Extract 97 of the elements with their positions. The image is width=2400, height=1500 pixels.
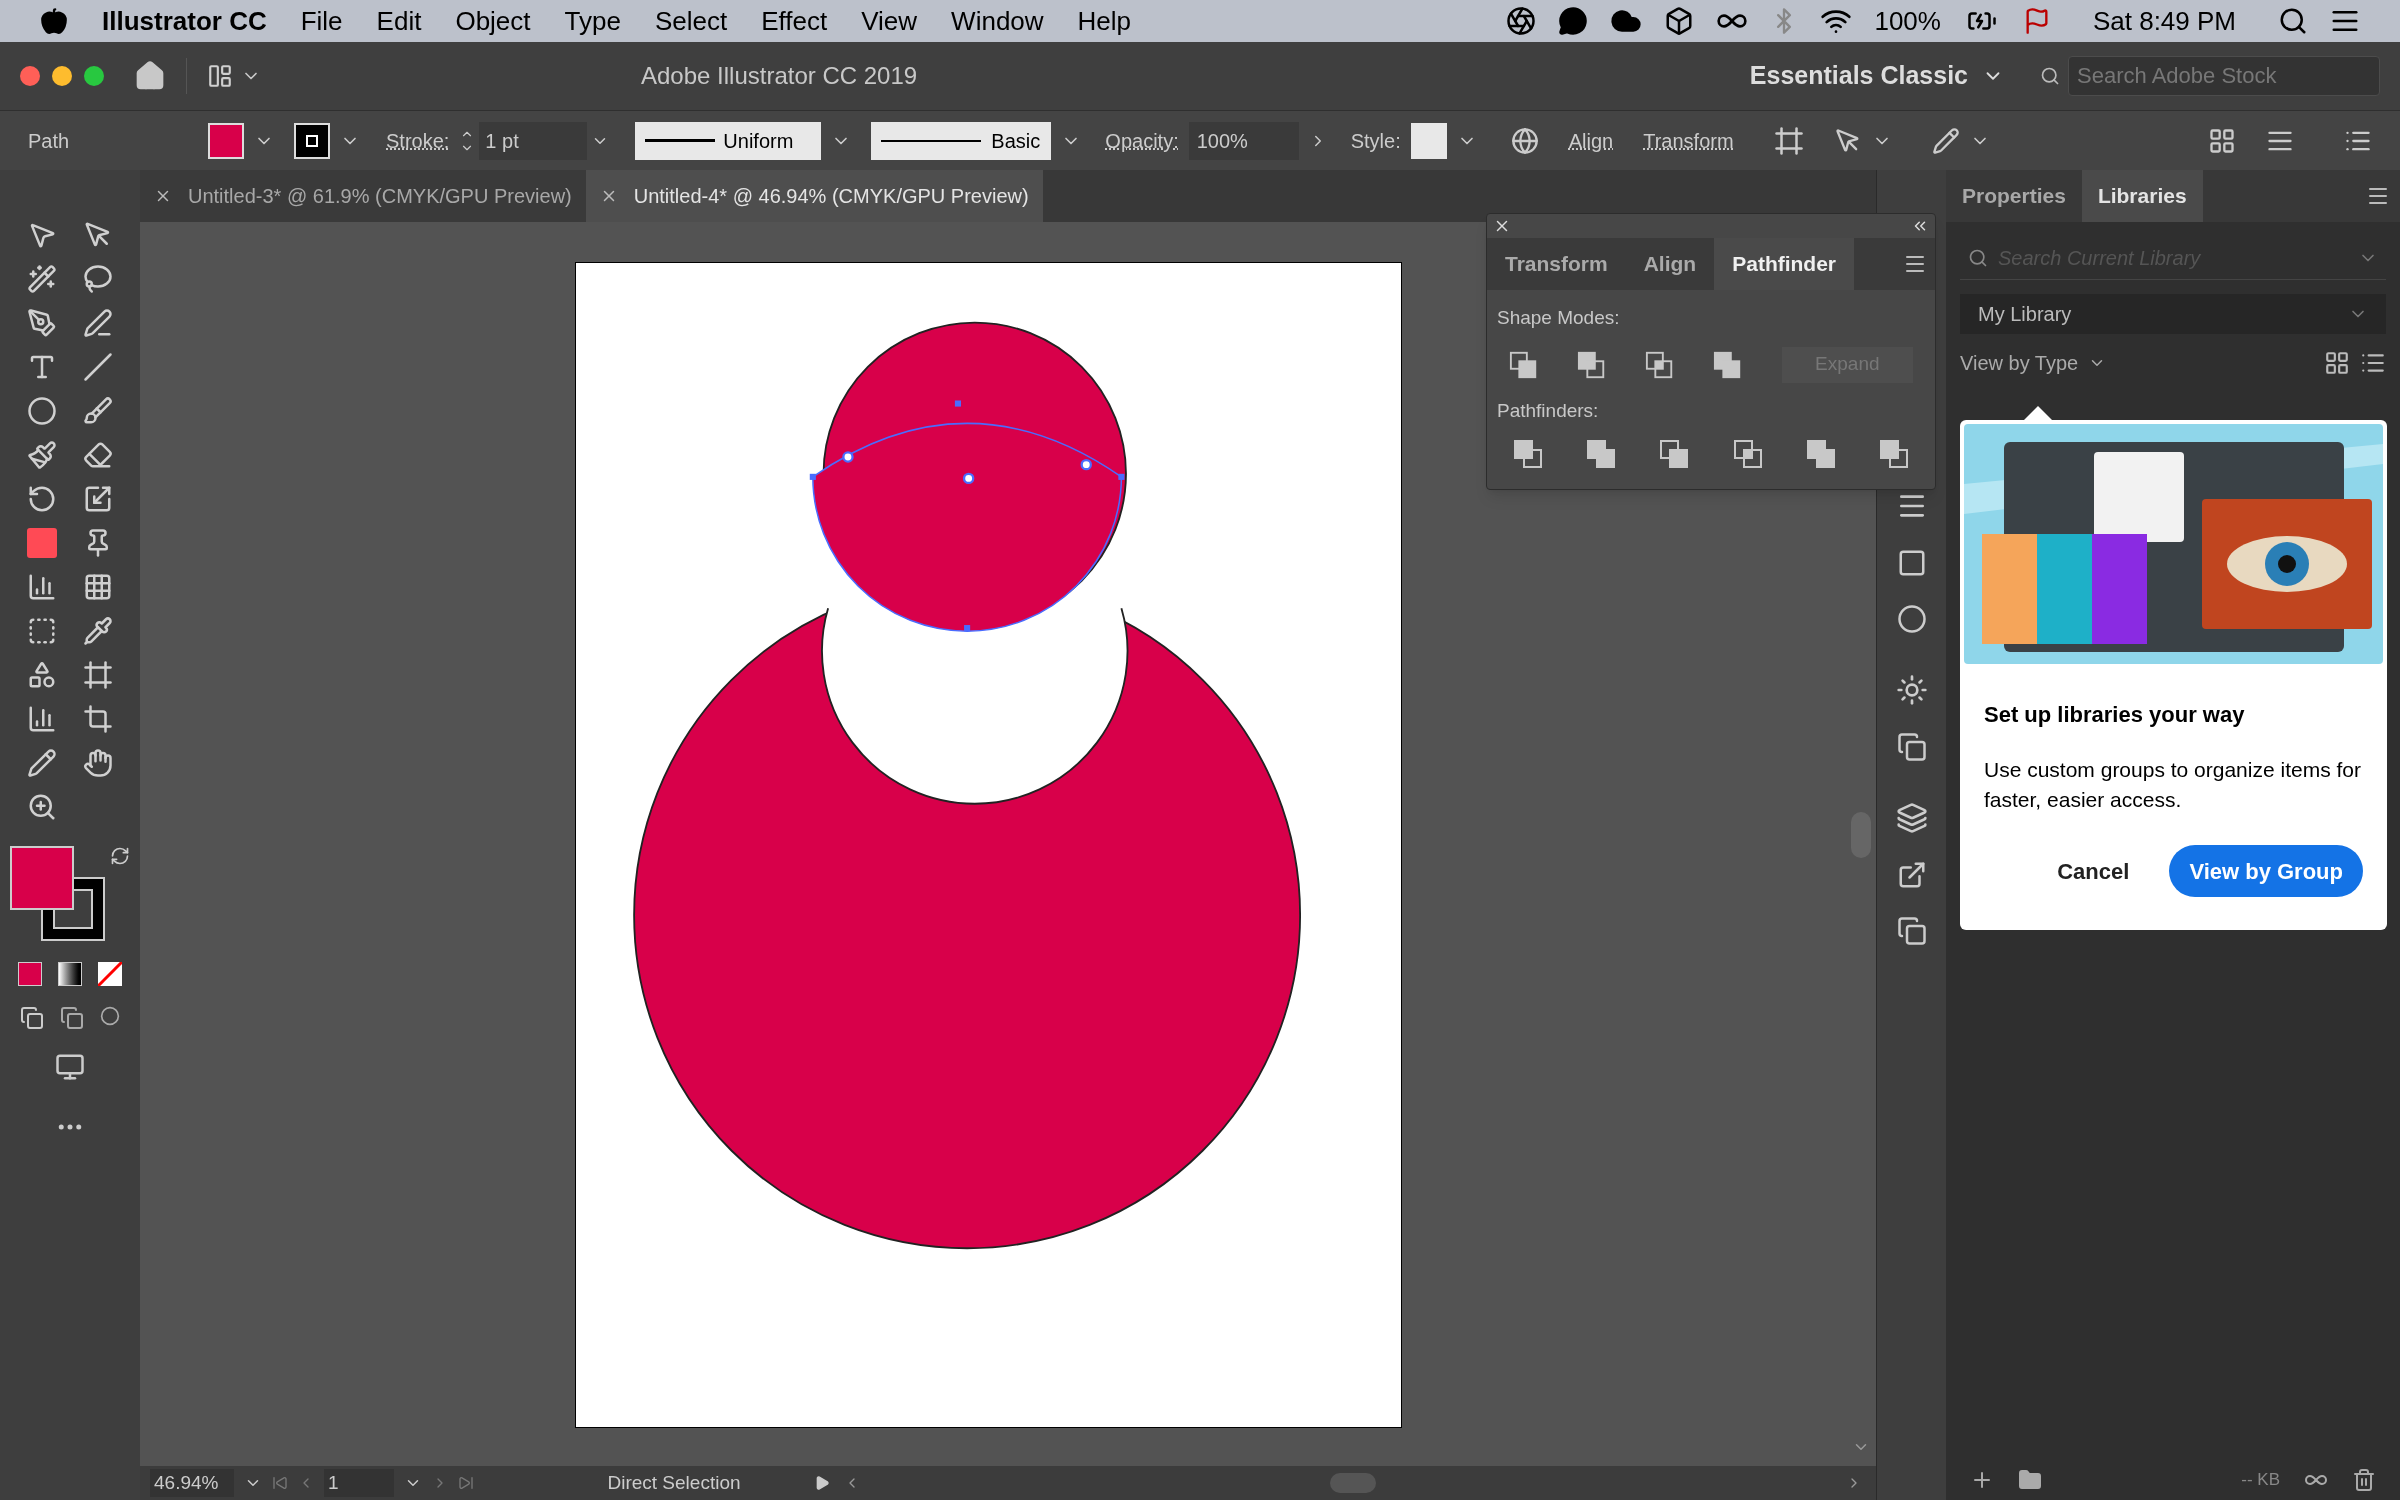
panel-link[interactable]: Transform [1643, 125, 1734, 156]
panel-tab[interactable]: Libraries [2081, 170, 2203, 222]
popup-heading: Set up libraries your way [1984, 701, 2246, 729]
brush-icon[interactable] [83, 396, 113, 426]
scroll-thumb[interactable] [1330, 1473, 1376, 1493]
curvature-tool-icon[interactable] [83, 308, 113, 338]
folder-icon[interactable] [2018, 1468, 2042, 1492]
view-by-group-button[interactable]: View by Group [2169, 845, 2363, 897]
pathfinders-label: Pathfinders: [1497, 398, 1600, 423]
panel-tab[interactable]: Align [1625, 238, 1715, 290]
eraser-icon[interactable] [83, 440, 113, 470]
pathfinder-icon[interactable] [1513, 439, 1543, 469]
zoom-button[interactable] [84, 66, 104, 86]
swap-icon[interactable] [110, 846, 130, 866]
clock: Sat 8:49 PM [2092, 4, 2236, 38]
eyedropper-icon[interactable] [83, 616, 113, 646]
layers-icon[interactable] [1895, 802, 1928, 834]
minimize-button[interactable] [52, 66, 72, 86]
menu-item[interactable]: Edit [376, 1, 422, 41]
opacity-field[interactable]: 100% [1188, 121, 1299, 160]
storage-size: -- KB [2241, 1469, 2280, 1492]
pathfinder-icon[interactable] [1509, 349, 1538, 380]
menu-item[interactable]: Help [1077, 1, 1132, 41]
menu-item[interactable]: Object [455, 1, 531, 41]
menu-item[interactable]: Select [654, 1, 728, 41]
window-title: Adobe Illustrator CC 2019 [641, 61, 918, 91]
mesh-tool-icon[interactable] [83, 572, 113, 602]
stroke-swatch[interactable] [294, 122, 330, 159]
color-button[interactable] [18, 962, 42, 986]
search-icon[interactable] [2040, 65, 2061, 87]
gradient-button[interactable] [58, 962, 82, 986]
zoom-tool-icon[interactable] [27, 792, 57, 822]
lasso-icon[interactable] [83, 264, 113, 294]
pathfinder-icon[interactable] [1713, 349, 1742, 380]
hand-tool-icon[interactable] [83, 748, 113, 778]
delete-icon[interactable] [2352, 1468, 2376, 1492]
opacity-label[interactable]: Opacity: [1105, 125, 1179, 156]
menu-item[interactable]: View [861, 1, 918, 41]
scale-tool-icon[interactable] [83, 484, 113, 514]
zoom-level[interactable]: 46.94% [150, 1468, 234, 1498]
style-swatch[interactable] [1410, 122, 1447, 159]
ellipse-tool-icon[interactable] [27, 396, 57, 426]
popup-message: Use custom groups to organize items for faster, easier access. [1984, 757, 2362, 813]
pathfinder-icon[interactable] [1645, 349, 1674, 380]
aperture-icon[interactable] [1506, 6, 1537, 36]
profile-dropdown[interactable]: Uniform [635, 121, 822, 160]
fill-stroke-swatches[interactable] [10, 846, 106, 942]
cancel-button[interactable]: Cancel [2047, 845, 2140, 897]
pathfinder-icon[interactable] [1659, 439, 1690, 469]
pen-tool-icon[interactable] [27, 308, 57, 338]
menu-item[interactable]: Effect [761, 1, 828, 41]
panel-link[interactable]: Align [1568, 125, 1614, 156]
panel-tab[interactable]: Pathfinder [1714, 238, 1855, 290]
stroke-label[interactable]: Stroke: [386, 125, 450, 156]
pathfinder-icon[interactable] [1577, 349, 1606, 380]
grid-view-icon[interactable] [2324, 350, 2350, 376]
artboard-number[interactable]: 1 [324, 1468, 394, 1498]
graph-tool-icon[interactable] [27, 704, 57, 734]
library-dropdown[interactable]: My Library [1960, 294, 2386, 334]
pathfinder-icon[interactable] [1732, 439, 1763, 469]
rotate-tool-icon[interactable] [27, 484, 57, 514]
screen-mode-icon[interactable] [53, 1052, 87, 1082]
selection-label: Path [28, 128, 71, 154]
play-icon[interactable] [814, 1475, 830, 1491]
pathfinder-icon[interactable] [1586, 439, 1617, 469]
panel-tab[interactable]: Transform [1487, 238, 1626, 290]
line-tool-icon[interactable] [83, 352, 113, 382]
none-button[interactable] [98, 962, 122, 986]
battery-percent: 100% [1874, 4, 1941, 38]
fill-swatch[interactable] [208, 122, 244, 159]
home-icon[interactable] [134, 60, 166, 92]
artboard-tool-icon[interactable] [83, 704, 113, 734]
shapes-drawing[interactable] [633, 321, 1302, 1250]
current-tool: Direct Selection [606, 1470, 742, 1495]
menu-item[interactable]: File [300, 1, 343, 41]
close-button[interactable] [20, 66, 40, 86]
pathfinder-icon[interactable] [1805, 439, 1836, 469]
magic-wand-icon[interactable] [27, 264, 57, 294]
style-label: Style: [1350, 128, 1401, 154]
apple-icon[interactable] [40, 7, 68, 35]
brush-dropdown[interactable]: Basic [871, 121, 1052, 160]
stock-search-field[interactable]: Search Adobe Stock [2068, 56, 2380, 96]
app-menu[interactable]: Illustrator CC [102, 1, 267, 41]
menu-item[interactable]: Type [564, 1, 621, 41]
box-icon[interactable] [1664, 6, 1695, 36]
search-icon[interactable] [2278, 6, 2308, 36]
menu-item[interactable]: Window [951, 1, 1044, 41]
document-tab[interactable]: Untitled-3* @ 61.9% (CMYK/GPU Preview) [188, 181, 572, 211]
panel-tab[interactable]: Properties [1946, 170, 2082, 222]
stroke-weight-field[interactable]: 1 pt [479, 121, 588, 160]
speech-bubble-icon[interactable] [1558, 6, 1589, 36]
blob-brush-icon[interactable] [27, 440, 57, 470]
pathfinder-icon[interactable] [1878, 439, 1909, 469]
shape-modes-label: Shape Modes: [1497, 306, 1621, 330]
layout-icon[interactable] [207, 63, 233, 89]
workspace-switcher[interactable]: Essentials Classic [1729, 57, 2024, 95]
view-dropdown[interactable]: View by Type [1960, 348, 2107, 378]
